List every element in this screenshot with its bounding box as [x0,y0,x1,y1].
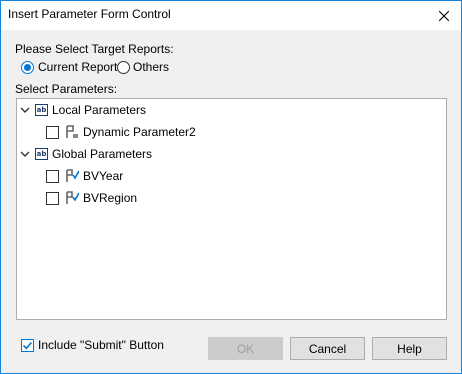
parameter-tree[interactable]: ab Local Parameters Dynamic Parameter2 a… [16,98,447,320]
cancel-button[interactable]: Cancel [290,337,365,360]
close-icon [439,10,449,21]
chevron-down-icon[interactable] [19,148,31,160]
parameter-group-icon: ab [35,148,48,160]
current-report-label[interactable]: Current Report [38,60,117,74]
select-parameters-label: Select Parameters: [15,82,118,96]
chevron-down-icon[interactable] [19,104,31,116]
insert-parameter-dialog: Insert Parameter Form Control Please Sel… [0,0,462,374]
close-button[interactable] [427,1,461,30]
parameter-icon [66,191,79,204]
dynamic-parameter-icon [66,125,78,138]
current-report-radio[interactable] [21,61,34,74]
parameter-icon [66,169,79,182]
parameter-label: BVRegion [83,191,138,205]
include-submit-label[interactable]: Include "Submit" Button [38,338,164,352]
help-button[interactable]: Help [372,337,447,360]
include-submit-checkbox[interactable] [21,339,34,352]
parameter-label: BVYear [83,169,124,183]
parameter-label: Dynamic Parameter2 [83,125,196,139]
tree-group-local[interactable]: ab Local Parameters [19,100,146,120]
parameter-checkbox[interactable] [46,169,59,183]
others-radio[interactable] [117,61,130,74]
parameter-checkbox[interactable] [46,125,59,139]
group-label: Global Parameters [52,147,153,161]
ok-button[interactable]: OK [208,337,283,360]
dialog-title: Insert Parameter Form Control [8,7,171,21]
tree-item[interactable]: BVRegion [46,188,137,208]
others-label[interactable]: Others [133,60,169,74]
parameter-group-icon: ab [35,104,48,116]
title-bar: Insert Parameter Form Control [1,1,461,30]
parameter-checkbox[interactable] [46,191,59,205]
checkmark-icon [22,341,33,350]
group-label: Local Parameters [52,103,147,117]
tree-item[interactable]: Dynamic Parameter2 [46,122,196,142]
target-reports-label: Please Select Target Reports: [15,42,174,56]
tree-group-global[interactable]: ab Global Parameters [19,144,152,164]
tree-item[interactable]: BVYear [46,166,123,186]
